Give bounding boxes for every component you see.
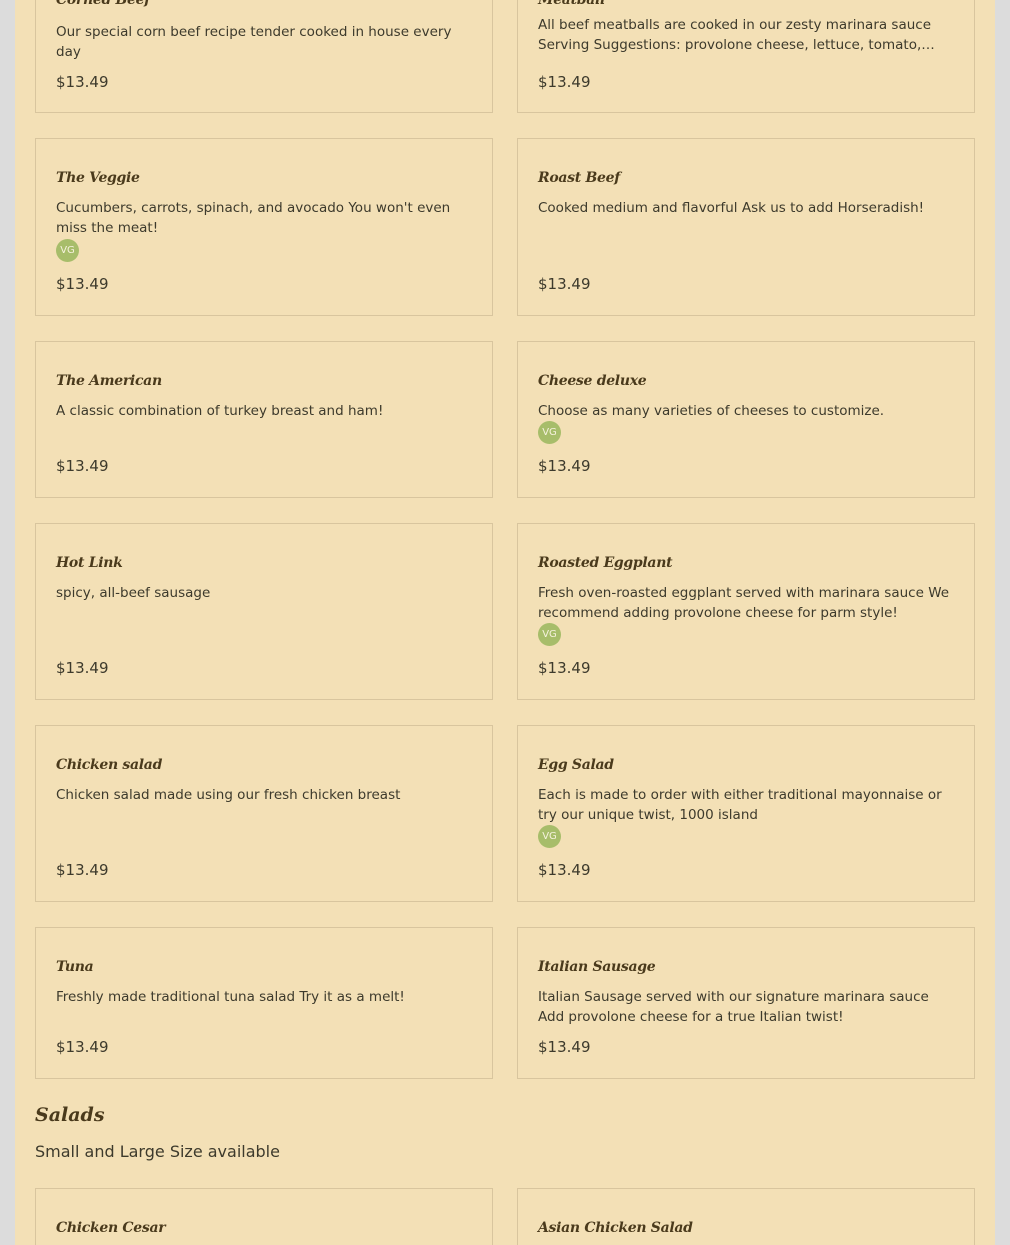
- menu-item-card[interactable]: Chicken Cesar: [35, 1188, 493, 1245]
- menu-item-card[interactable]: Egg Salad Each is made to order with eit…: [517, 725, 975, 902]
- menu-item-card[interactable]: The American A classic combination of tu…: [35, 341, 493, 498]
- menu-item-name: Chicken salad: [56, 757, 163, 773]
- vegetarian-badge: VG: [56, 239, 79, 262]
- menu-item-name: Tuna: [56, 959, 94, 975]
- vegetarian-badge: VG: [538, 825, 561, 848]
- menu-item-name: Meatball: [538, 0, 606, 8]
- menu-item-description: Cooked medium and flavorful Ask us to ad…: [538, 200, 925, 216]
- menu-item-card[interactable]: Roasted Eggplant Fresh oven-roasted eggp…: [517, 523, 975, 700]
- menu-item-card[interactable]: Hot Link spicy, all-beef sausage $13.49: [35, 523, 493, 700]
- menu-item-price: $13.49: [56, 659, 109, 677]
- menu-item-name: Cheese deluxe: [538, 373, 647, 389]
- menu-item-price: $13.49: [56, 861, 109, 879]
- section-subtitle: Small and Large Size available: [35, 1142, 280, 1161]
- menu-item-description: A classic combination of turkey breast a…: [56, 403, 384, 419]
- menu-page: Corned Beef Our special corn beef recipe…: [15, 0, 995, 1245]
- menu-item-description: All beef meatballs are cooked in our zes…: [538, 17, 932, 53]
- menu-item-card[interactable]: Asian Chicken Salad: [517, 1188, 975, 1245]
- menu-item-name: Chicken Cesar: [56, 1220, 166, 1236]
- menu-item-card[interactable]: Italian Sausage Italian Sausage served w…: [517, 927, 975, 1079]
- menu-item-price: $13.49: [538, 457, 591, 475]
- menu-item-description: Our special corn beef recipe tender cook…: [56, 24, 452, 60]
- menu-item-description: spicy, all-beef sausage: [56, 585, 211, 601]
- vegetarian-badge: VG: [538, 623, 561, 646]
- menu-item-card[interactable]: Meatball All beef meatballs are cooked i…: [517, 0, 975, 113]
- menu-item-name: Italian Sausage: [538, 959, 656, 975]
- menu-item-name: Hot Link: [56, 555, 123, 571]
- menu-item-description: Cucumbers, carrots, spinach, and avocado…: [56, 200, 451, 236]
- menu-item-price: $13.49: [538, 1038, 591, 1056]
- menu-item-card[interactable]: Cheese deluxe Choose as many varieties o…: [517, 341, 975, 498]
- menu-item-name: Roasted Eggplant: [538, 555, 673, 571]
- section-title: Salads: [35, 1104, 105, 1126]
- menu-item-price: $13.49: [538, 861, 591, 879]
- menu-item-name: The American: [56, 373, 162, 389]
- menu-item-price: $13.49: [56, 457, 109, 475]
- menu-item-price: $13.49: [56, 275, 109, 293]
- menu-item-price: $13.49: [56, 1038, 109, 1056]
- menu-item-description: Each is made to order with either tradit…: [538, 787, 942, 823]
- menu-item-price: $13.49: [538, 73, 591, 91]
- menu-item-description: Italian Sausage served with our signatur…: [538, 989, 929, 1025]
- menu-item-card[interactable]: Tuna Freshly made traditional tuna salad…: [35, 927, 493, 1079]
- menu-item-description: Fresh oven-roasted eggplant served with …: [538, 585, 950, 621]
- menu-item-description: Chicken salad made using our fresh chick…: [56, 787, 401, 803]
- menu-item-name: The Veggie: [56, 170, 140, 186]
- vegetarian-badge: VG: [538, 421, 561, 444]
- menu-item-card[interactable]: Corned Beef Our special corn beef recipe…: [35, 0, 493, 113]
- menu-item-card[interactable]: Chicken salad Chicken salad made using o…: [35, 725, 493, 902]
- menu-item-price: $13.49: [56, 73, 109, 91]
- menu-item-description: Choose as many varieties of cheeses to c…: [538, 403, 885, 419]
- menu-item-description: Freshly made traditional tuna salad Try …: [56, 989, 405, 1005]
- menu-item-price: $13.49: [538, 659, 591, 677]
- menu-item-card[interactable]: Roast Beef Cooked medium and flavorful A…: [517, 138, 975, 316]
- menu-item-name: Asian Chicken Salad: [538, 1220, 693, 1236]
- menu-item-name: Roast Beef: [538, 170, 620, 186]
- menu-item-price: $13.49: [538, 275, 591, 293]
- menu-item-name: Egg Salad: [538, 757, 614, 773]
- menu-item-card[interactable]: The Veggie Cucumbers, carrots, spinach, …: [35, 138, 493, 316]
- menu-item-name: Corned Beef: [56, 0, 150, 8]
